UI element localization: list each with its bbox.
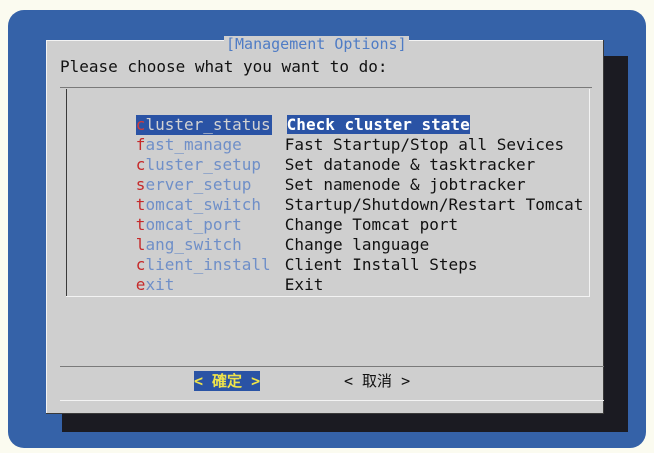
menu-item-server-setup[interactable]: server_setup Set namenode & jobtracker [78,155,526,194]
dialog-prompt: Please choose what you want to do: [60,57,388,76]
menu-desc: Exit [284,275,324,294]
dialog-border-bottom [46,413,604,414]
menu-item-cluster-status[interactable]: cluster_status Check cluster state [78,95,470,135]
menu-item-client-install[interactable]: client_install Client Install Steps [78,235,478,274]
menu-border-right [589,89,590,297]
menu-border-left [66,89,67,297]
button-bar-bottom [60,400,604,401]
dialog-border-left [46,40,47,414]
ok-button[interactable]: < 確定 > [194,371,261,391]
menu-hotkey: e [135,275,146,294]
dialog-title: [Management Options] [224,35,409,53]
button-bar-divider [60,366,604,367]
menu-item-fast-manage[interactable]: fast_manage Fast Startup/Stop all Sevices [78,115,564,154]
management-dialog: [Management Options] Please choose what … [46,36,604,414]
menu-item-lang-switch[interactable]: lang_switch Change language [78,215,430,254]
dialog-border-right [603,40,604,414]
menu-item-tomcat-switch[interactable]: tomcat_switch Startup/Shutdown/Restart To… [78,175,584,214]
menu-tag-rest: xit [145,275,175,294]
menu-tag: exit [136,275,285,295]
menu-item-cluster-setup[interactable]: cluster_setup Set datanode & tasktracker [78,135,535,174]
menu-item-tomcat-port[interactable]: tomcat_port Change Tomcat port [78,195,458,234]
prompt-divider [60,87,592,88]
menu-item-exit[interactable]: exit Exit [78,255,324,294]
menu-border-bottom [66,296,590,297]
cancel-button[interactable]: < 取消 > [344,371,410,391]
